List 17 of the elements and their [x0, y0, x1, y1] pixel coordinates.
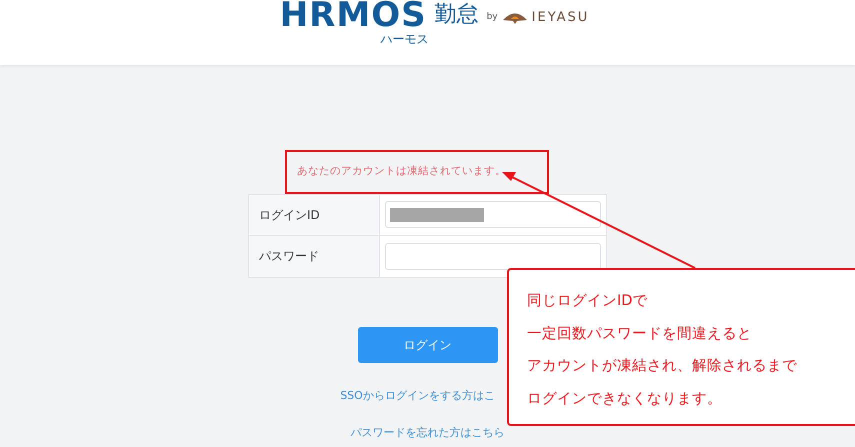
- forgot-password-link[interactable]: パスワードを忘れた方はこちら: [350, 425, 504, 442]
- callout-text: 同じログインIDで: [527, 292, 648, 311]
- sso-link[interactable]: SSOからログインをする方はこ: [340, 388, 495, 404]
- product-name: 勤怠: [434, 2, 479, 28]
- logo-text: HRMOS: [280, 0, 427, 30]
- fan-icon: [502, 10, 528, 25]
- field-label: ログインID: [259, 206, 320, 224]
- company-name: IEYASU: [532, 9, 590, 27]
- login-button[interactable]: ログイン: [358, 326, 498, 363]
- error-message: あなたのアカウントは凍結されています。: [285, 150, 549, 194]
- callout-text: ログインできなくなります。: [527, 390, 723, 408]
- callout-text: 一定回数パスワードを間違えると: [527, 324, 753, 344]
- logo-kana: ハーモス: [380, 31, 429, 48]
- callout-text: アカウントが凍結され、解除されるまで: [527, 357, 798, 376]
- input-field[interactable]: [385, 201, 601, 228]
- by-text: by: [486, 11, 498, 24]
- field-label: パスワード: [259, 248, 319, 266]
